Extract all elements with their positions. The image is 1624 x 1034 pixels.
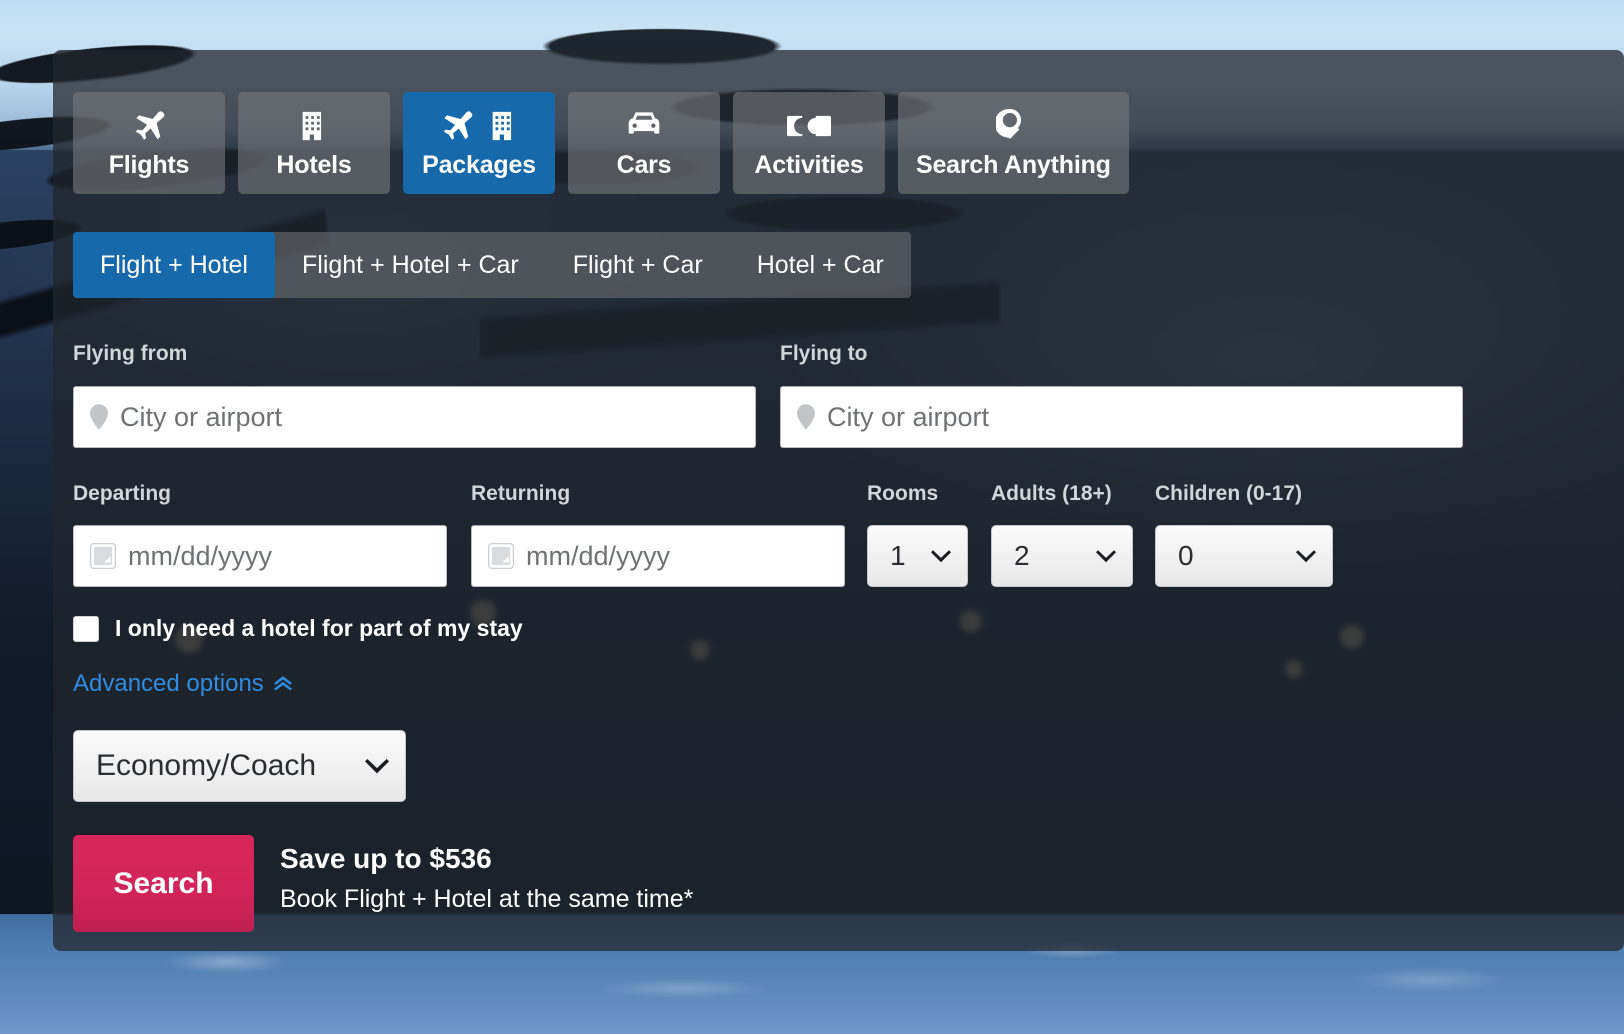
search-panel: Flights Hotels Packages Cars Activities … <box>53 50 1624 951</box>
tab-hotels[interactable]: Hotels <box>238 92 390 194</box>
departing-input[interactable]: mm/dd/yyyy <box>73 525 447 587</box>
tab-label: Cars <box>616 150 672 179</box>
subtab-hotel-car[interactable]: Hotel + Car <box>730 232 911 298</box>
rooms-value: 1 <box>890 540 906 571</box>
tab-cars[interactable]: Cars <box>568 92 720 194</box>
children-value: 0 <box>1178 540 1194 571</box>
rooms-select[interactable]: 1 <box>867 525 968 587</box>
map-pin-icon <box>797 404 815 430</box>
tab-activities[interactable]: Activities <box>733 92 885 194</box>
subtab-flight-hotel[interactable]: Flight + Hotel <box>73 232 275 298</box>
advanced-options-toggle[interactable]: Advanced options <box>73 670 292 698</box>
chevron-down-icon <box>1296 549 1316 562</box>
children-select[interactable]: 0 <box>1155 525 1333 587</box>
car-icon <box>623 107 665 145</box>
departing-placeholder: mm/dd/yyyy <box>128 540 273 571</box>
children-label: Children (0-17) <box>1155 482 1303 505</box>
chevron-down-icon <box>931 549 951 562</box>
tab-packages[interactable]: Packages <box>403 92 555 194</box>
flying-from-label: Flying from <box>73 342 188 365</box>
flying-to-label: Flying to <box>780 342 868 365</box>
returning-placeholder: mm/dd/yyyy <box>526 540 671 571</box>
promo-headline: Save up to $536 <box>280 843 492 874</box>
tab-label: Search Anything <box>916 150 1111 179</box>
calendar-icon <box>488 543 514 569</box>
product-tab-bar: Flights Hotels Packages Cars Activities … <box>73 92 1129 194</box>
search-button[interactable]: Search <box>73 835 254 932</box>
chevron-up-icon <box>273 676 292 691</box>
adults-label: Adults (18+) <box>991 482 1112 505</box>
cabin-class-select[interactable]: Economy/Coach <box>73 730 406 802</box>
flying-from-input[interactable]: City or airport <box>73 386 756 448</box>
tab-search-anything[interactable]: Search Anything <box>898 92 1129 194</box>
tab-label: Packages <box>422 150 536 179</box>
calendar-icon <box>90 543 116 569</box>
tab-label: Hotels <box>276 150 352 179</box>
returning-input[interactable]: mm/dd/yyyy <box>471 525 845 587</box>
advanced-options-label: Advanced options <box>73 670 264 697</box>
plane-icon <box>129 107 169 145</box>
adults-select[interactable]: 2 <box>991 525 1133 587</box>
magnifier-icon <box>996 107 1030 145</box>
rooms-label: Rooms <box>867 482 939 505</box>
map-pin-icon <box>90 404 108 430</box>
tab-label: Flights <box>108 150 190 179</box>
hotel-building-icon <box>297 107 331 145</box>
departing-label: Departing <box>73 482 172 505</box>
partial-stay-checkbox[interactable] <box>73 615 99 642</box>
flying-to-placeholder: City or airport <box>827 401 990 432</box>
chevron-down-icon <box>1096 549 1116 562</box>
cabin-class-value: Economy/Coach <box>96 749 317 782</box>
promo-block: Save up to $536 Book Flight + Hotel at t… <box>280 843 693 914</box>
partial-stay-checkbox-row[interactable]: I only need a hotel for part of my stay <box>73 615 523 642</box>
promo-subtext: Book Flight + Hotel at the same time* <box>280 885 694 913</box>
flying-from-placeholder: City or airport <box>120 401 283 432</box>
adults-value: 2 <box>1014 540 1030 571</box>
subtab-flight-car[interactable]: Flight + Car <box>546 232 730 298</box>
ticket-icon <box>787 107 831 145</box>
package-type-tab-bar: Flight + Hotel Flight + Hotel + Car Flig… <box>73 232 911 298</box>
plane-hotel-icon <box>437 107 521 145</box>
flying-to-input[interactable]: City or airport <box>780 386 1463 448</box>
partial-stay-label: I only need a hotel for part of my stay <box>115 615 523 641</box>
tab-label: Activities <box>754 150 864 179</box>
chevron-down-icon <box>365 758 389 773</box>
returning-label: Returning <box>471 482 571 505</box>
subtab-flight-hotel-car[interactable]: Flight + Hotel + Car <box>275 232 546 298</box>
tab-flights[interactable]: Flights <box>73 92 225 194</box>
